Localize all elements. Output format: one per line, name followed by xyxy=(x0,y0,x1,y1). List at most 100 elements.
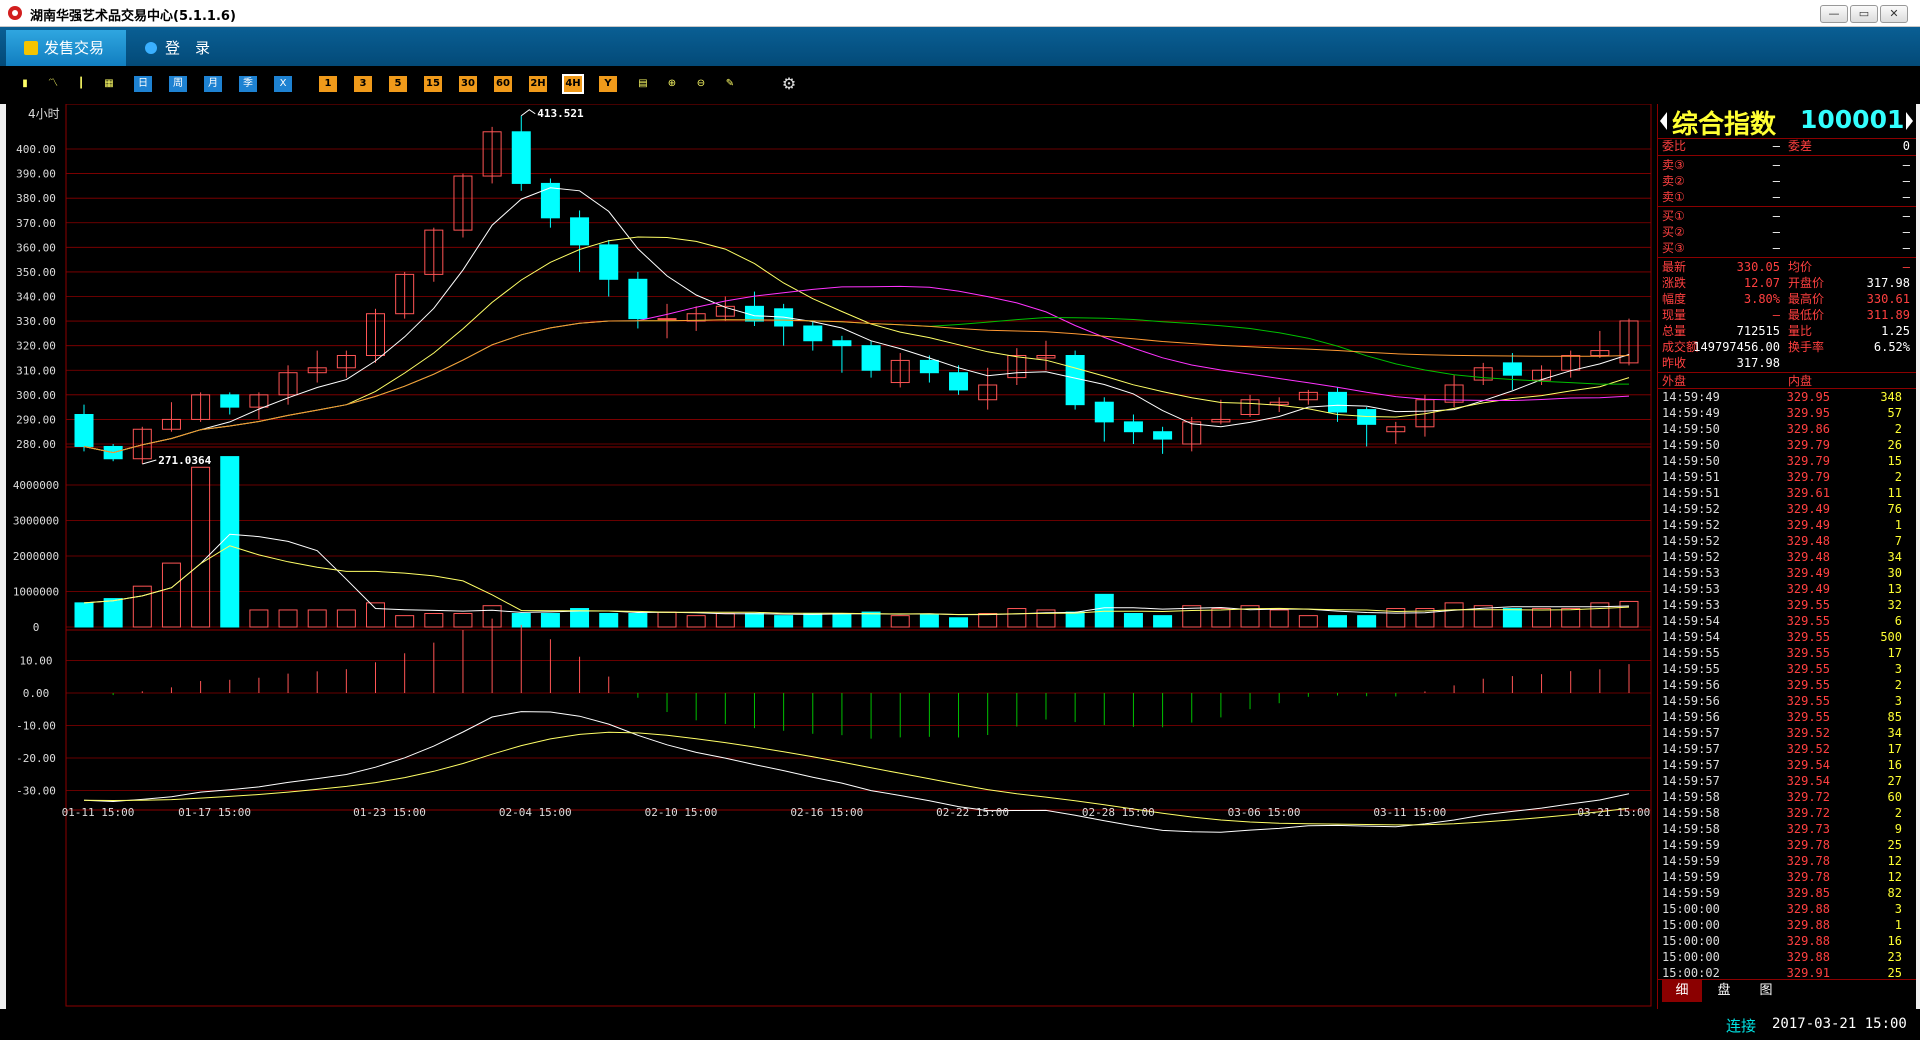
candle-body xyxy=(570,217,590,246)
period-季[interactable]: 季 xyxy=(239,76,257,92)
minimize-button[interactable]: — xyxy=(1820,5,1848,23)
candles-icon[interactable]: ┃ xyxy=(72,76,90,92)
tick-row: 14:59:51 329.79 2 xyxy=(1658,469,1916,485)
volume-bar xyxy=(540,613,560,628)
tick-volume: 76 xyxy=(1887,502,1902,516)
quote-value-2: 6.52% xyxy=(1873,340,1910,354)
tick-time: 14:59:58 xyxy=(1662,790,1720,804)
macd-tick-label: 10.00 xyxy=(19,655,52,668)
maximize-button[interactable]: ▭ xyxy=(1850,5,1878,23)
tick-volume: 1 xyxy=(1894,518,1902,532)
quote-row: 昨收 317.98 xyxy=(1658,355,1916,371)
date-tick-label: 02-10 15:00 xyxy=(645,806,718,819)
tick-price: 329.54 xyxy=(1786,758,1830,772)
yen-icon xyxy=(24,41,38,55)
period-月[interactable]: 月 xyxy=(204,76,222,92)
menu-bar: 发售交易 登 录 xyxy=(0,27,1920,66)
zoom-in-icon[interactable]: ⊕ xyxy=(663,76,681,92)
tick-price: 329.55 xyxy=(1786,646,1830,660)
tick-time: 14:59:53 xyxy=(1662,598,1720,612)
tick-price: 329.55 xyxy=(1786,662,1830,676)
tab-sell-trade[interactable]: 发售交易 xyxy=(6,30,126,66)
tick-volume: 2 xyxy=(1894,806,1902,820)
tick-volume: 6 xyxy=(1894,614,1902,628)
period-5[interactable]: 5 xyxy=(389,76,407,92)
volume-tick-label: 4000000 xyxy=(13,479,59,492)
pen-icon[interactable]: ✎ xyxy=(721,76,739,92)
volume-tick-label: 2000000 xyxy=(13,550,59,563)
quote-label-2: 最低价 xyxy=(1788,308,1825,322)
tick-row: 14:59:59 329.78 12 xyxy=(1658,853,1916,869)
quote-header: 综合指数 100001 xyxy=(1658,104,1916,140)
volume-bar xyxy=(336,609,356,628)
line-chart-icon[interactable]: 〽 xyxy=(44,76,62,92)
volume-bar xyxy=(1123,613,1143,628)
quote-label: 涨跌 xyxy=(1662,276,1687,290)
panel-tab-2[interactable]: 图 xyxy=(1746,980,1786,1002)
tick-time: 14:59:53 xyxy=(1662,566,1720,580)
tick-row: 14:59:58 329.73 9 xyxy=(1658,821,1916,837)
tick-volume: 348 xyxy=(1880,390,1902,404)
tick-price: 329.55 xyxy=(1786,598,1830,612)
tick-row: 14:59:57 329.54 27 xyxy=(1658,773,1916,789)
draw-icon[interactable]: ▤ xyxy=(634,76,652,92)
quote-row: 成交额 149797456.00 换手率 6.52% xyxy=(1658,339,1916,355)
period-15[interactable]: 15 xyxy=(424,76,442,92)
next-arrow-icon[interactable] xyxy=(1906,112,1913,130)
login-button[interactable]: 登 录 xyxy=(145,30,210,66)
quote-panel: 综合指数 100001 委比 — 委差 0 卖③ — — 卖② — — 卖① — — 买① — — 买② — — 买③… xyxy=(1657,104,1916,1009)
period-X[interactable]: X xyxy=(274,76,292,92)
kline-chart[interactable]: 4小时 400.00 390.00 380.00 370.00 360.00 350.00 3… xyxy=(6,104,1657,1009)
calendar-icon[interactable]: ▦ xyxy=(100,76,118,92)
tick-row: 15:00:00 329.88 16 xyxy=(1658,933,1916,949)
volume-bar xyxy=(1211,608,1231,628)
prev-arrow-icon[interactable] xyxy=(1660,112,1667,130)
close-button[interactable]: ✕ xyxy=(1880,5,1908,23)
candle-body xyxy=(1153,431,1173,440)
settings-icon[interactable]: ⚙ xyxy=(780,76,798,92)
quote-value: 149797456.00 xyxy=(1693,340,1780,354)
volume-bar xyxy=(249,609,269,628)
tick-row: 14:59:56 329.55 85 xyxy=(1658,709,1916,725)
tick-row: 15:00:00 329.88 23 xyxy=(1658,949,1916,965)
zoom-out-icon[interactable]: ⊖ xyxy=(692,76,710,92)
candle-body xyxy=(220,394,240,408)
volume-bar xyxy=(1094,593,1114,628)
chart-canvas[interactable]: 4小时 400.00 390.00 380.00 370.00 360.00 350.00 3… xyxy=(6,104,1657,1009)
tick-time: 14:59:51 xyxy=(1662,470,1720,484)
period-周[interactable]: 周 xyxy=(169,76,187,92)
tick-price: 329.49 xyxy=(1786,566,1830,580)
low-label: 271.0364 xyxy=(158,454,211,467)
low-marker xyxy=(142,459,157,465)
weibi-row: 委比 — 委差 0 xyxy=(1658,138,1916,154)
period-2H[interactable]: 2H xyxy=(529,76,547,92)
panel-tab-1[interactable]: 盘 xyxy=(1704,980,1744,1002)
date-tick-label: 03-11 15:00 xyxy=(1373,806,1446,819)
tick-price: 329.55 xyxy=(1786,630,1830,644)
tick-time: 14:59:52 xyxy=(1662,502,1720,516)
candle-body xyxy=(1502,362,1522,376)
tick-time: 14:59:56 xyxy=(1662,694,1720,708)
tick-row: 14:59:56 329.55 3 xyxy=(1658,693,1916,709)
period-1[interactable]: 1 xyxy=(319,76,337,92)
weibi-value: — xyxy=(1772,139,1780,153)
tick-volume: 3 xyxy=(1894,902,1902,916)
tick-price: 329.78 xyxy=(1786,854,1830,868)
period-4H[interactable]: 4H xyxy=(562,74,584,94)
period-3[interactable]: 3 xyxy=(354,76,372,92)
macd-tick-label: -20.00 xyxy=(16,752,56,765)
period-60[interactable]: 60 xyxy=(494,76,512,92)
bar-chart-icon[interactable]: ▮ xyxy=(16,76,34,92)
panel-tab-0[interactable]: 细 xyxy=(1662,980,1702,1002)
bid-vol: — xyxy=(1902,241,1910,255)
period-日[interactable]: 日 xyxy=(134,76,152,92)
period-30[interactable]: 30 xyxy=(459,76,477,92)
title-bar: 湖南华强艺术品交易中心(5.1.1.6) — ▭ ✕ xyxy=(0,0,1920,27)
bid-row: 买③ — — xyxy=(1658,240,1916,256)
tick-time: 14:59:49 xyxy=(1662,406,1720,420)
date-tick-label: 02-28 15:00 xyxy=(1082,806,1155,819)
tick-price: 329.55 xyxy=(1786,614,1830,628)
tick-row: 14:59:51 329.61 11 xyxy=(1658,485,1916,501)
period-Y[interactable]: Y xyxy=(599,76,617,92)
candle-body xyxy=(657,318,677,321)
